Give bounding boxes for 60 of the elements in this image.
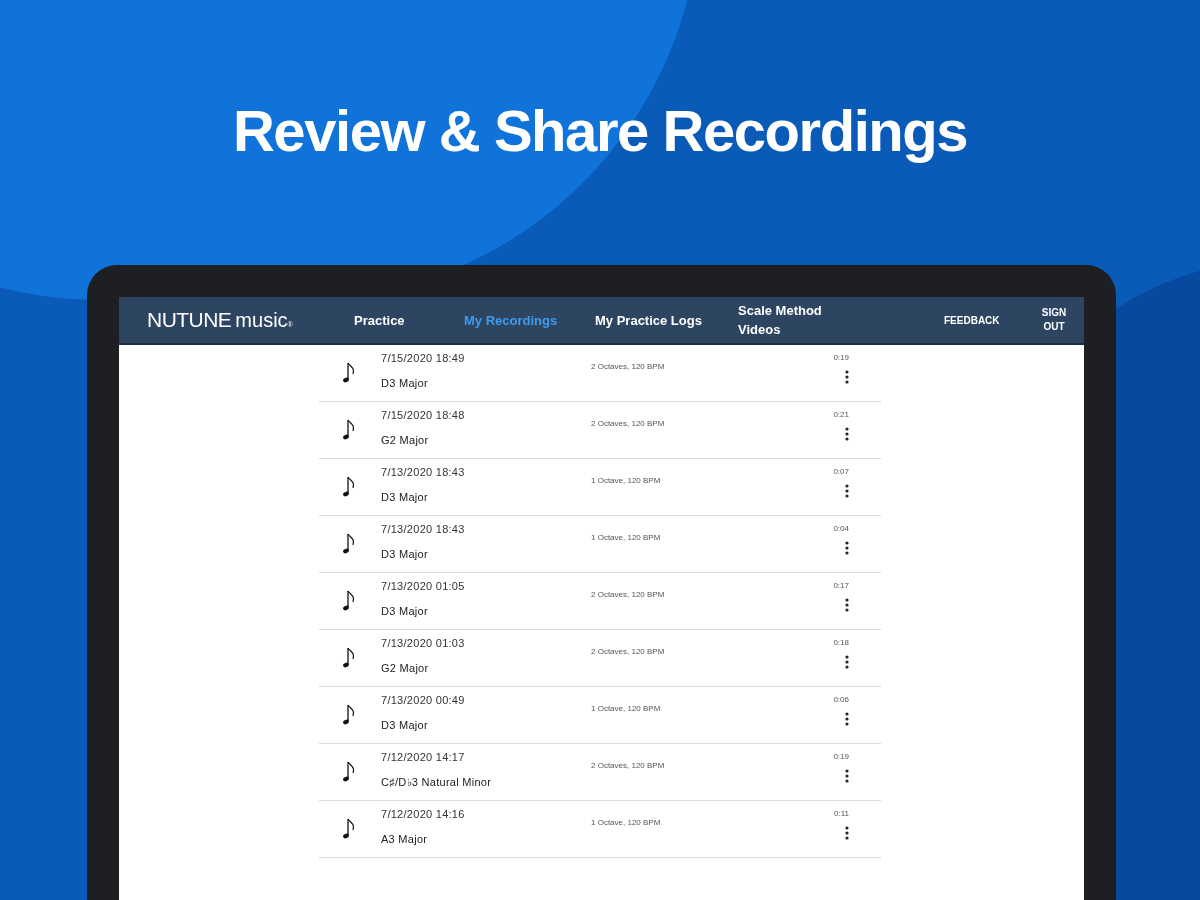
music-note-icon bbox=[343, 589, 357, 613]
nav-tab[interactable]: My Practice Logs bbox=[595, 310, 738, 330]
recording-date: 7/12/2020 14:16 bbox=[381, 807, 466, 822]
duration: 0:04 bbox=[833, 523, 849, 535]
nav-tab[interactable]: Scale Method Videos bbox=[738, 301, 900, 339]
duration: 0:19 bbox=[833, 352, 849, 364]
recording-settings: 2 Octaves, 120 BPM bbox=[591, 647, 665, 656]
more-options-icon[interactable] bbox=[845, 427, 849, 441]
more-options-icon[interactable] bbox=[845, 655, 849, 669]
music-note-icon bbox=[343, 475, 357, 499]
scale-name: D3 Major bbox=[381, 375, 429, 391]
recording-date: 7/13/2020 18:43 bbox=[381, 522, 466, 537]
music-note-icon bbox=[343, 760, 357, 784]
scale-name: D3 Major bbox=[381, 546, 429, 562]
recording-settings: 2 Octaves, 120 BPM bbox=[591, 362, 665, 371]
duration: 0:19 bbox=[833, 751, 849, 763]
music-note-icon bbox=[343, 361, 357, 385]
duration: 0:21 bbox=[833, 409, 849, 421]
music-note-icon bbox=[343, 532, 357, 556]
music-note-icon bbox=[343, 817, 357, 841]
duration: 0:07 bbox=[833, 466, 849, 478]
recording-date: 7/13/2020 00:49 bbox=[381, 693, 466, 708]
duration: 0:17 bbox=[833, 580, 849, 592]
recording-date: 7/12/2020 14:17 bbox=[381, 750, 466, 765]
recording-date: 7/15/2020 18:49 bbox=[381, 351, 466, 366]
scale-name: G2 Major bbox=[381, 432, 430, 448]
more-options-icon[interactable] bbox=[845, 484, 849, 498]
music-note-icon bbox=[343, 418, 357, 442]
recording-settings: 2 Octaves, 120 BPM bbox=[591, 590, 665, 599]
more-options-icon[interactable] bbox=[845, 370, 849, 384]
recording-settings: 1 Octave, 120 BPM bbox=[591, 476, 661, 485]
recording-settings: 2 Octaves, 120 BPM bbox=[591, 761, 665, 770]
recording-settings: 1 Octave, 120 BPM bbox=[591, 704, 661, 713]
recording-settings: 1 Octave, 120 BPM bbox=[591, 818, 661, 827]
more-options-icon[interactable] bbox=[845, 712, 849, 726]
more-options-icon[interactable] bbox=[845, 541, 849, 555]
recording-date: 7/13/2020 18:43 bbox=[381, 465, 466, 480]
recording-date: 7/15/2020 18:48 bbox=[381, 408, 466, 423]
scale-name: D3 Major bbox=[381, 489, 429, 505]
recording-settings: 1 Octave, 120 BPM bbox=[591, 533, 661, 542]
recording-date: 7/13/2020 01:03 bbox=[381, 636, 466, 651]
recording-settings: 2 Octaves, 120 BPM bbox=[591, 419, 665, 428]
scale-name: D3 Major bbox=[381, 603, 429, 619]
scale-name: G2 Major bbox=[381, 660, 430, 676]
more-options-icon[interactable] bbox=[845, 598, 849, 612]
duration: 0:11 bbox=[834, 808, 849, 820]
recording-date: 7/13/2020 01:05 bbox=[381, 579, 466, 594]
music-note-icon bbox=[343, 703, 357, 727]
duration: 0:18 bbox=[833, 637, 849, 649]
scale-name: D3 Major bbox=[381, 717, 429, 733]
headline: Review & Share Recordings bbox=[232, 97, 968, 165]
music-note-icon bbox=[343, 646, 357, 670]
nav-tab[interactable]: Practice bbox=[354, 310, 464, 330]
nav-tab[interactable]: SIGN OUT bbox=[1024, 306, 1084, 334]
nav-tab[interactable]: FEEDBACK bbox=[900, 312, 1024, 328]
scale-name: C♯/D♭3 Natural Minor bbox=[381, 774, 493, 790]
scale-name: A3 Major bbox=[381, 831, 429, 847]
more-options-icon[interactable] bbox=[845, 826, 849, 840]
duration: 0:06 bbox=[833, 694, 849, 706]
more-options-icon[interactable] bbox=[845, 769, 849, 783]
